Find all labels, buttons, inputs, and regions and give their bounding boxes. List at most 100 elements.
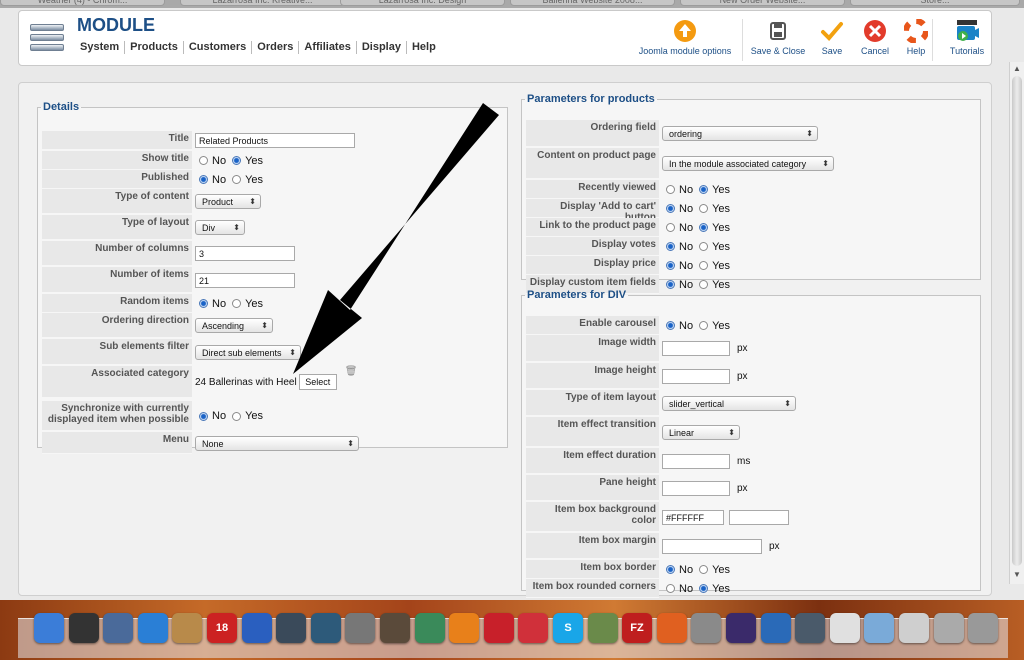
quill-app-icon[interactable] — [415, 613, 445, 643]
box-margin-input[interactable] — [662, 538, 762, 554]
bg-color-input[interactable]: #FFFFFF — [662, 509, 724, 525]
photoshop-icon[interactable] — [726, 613, 756, 643]
safari-icon[interactable] — [138, 613, 168, 643]
display-votes-no-radio[interactable] — [666, 242, 675, 251]
itunes-icon[interactable] — [242, 613, 272, 643]
scroll-up-icon[interactable]: ▲ — [1013, 64, 1021, 73]
num-columns-input[interactable]: 3 — [195, 246, 295, 261]
box-border-no-radio[interactable] — [666, 565, 675, 574]
finder-icon[interactable] — [34, 613, 64, 643]
time-machine-icon[interactable] — [311, 613, 341, 643]
recently-viewed-no-radio[interactable] — [666, 185, 675, 194]
ical-icon[interactable]: 18 — [207, 613, 237, 643]
folder-icon[interactable] — [864, 613, 894, 643]
browser-tab[interactable]: Lazarrosa Inc. Design — [340, 0, 505, 6]
image-width-input[interactable] — [662, 341, 730, 356]
menu-item-display[interactable]: Display — [357, 41, 407, 54]
book-app-icon[interactable] — [588, 613, 618, 643]
menu-item-orders[interactable]: Orders — [252, 41, 300, 54]
menu-item-help[interactable]: Help — [407, 41, 441, 54]
recently-viewed-yes-radio[interactable] — [699, 185, 709, 194]
display-votes-yes-radio[interactable] — [699, 242, 709, 251]
product-link-no-radio[interactable] — [666, 223, 675, 232]
add-to-cart-yes-radio[interactable] — [699, 204, 709, 213]
num-items-input[interactable]: 21 — [195, 272, 295, 288]
toolbar-save-close-button[interactable]: Save & Close — [749, 19, 807, 63]
image-height-input[interactable] — [662, 368, 730, 384]
scrollbar[interactable]: ▲ ▼ — [1009, 62, 1024, 584]
published-no-radio[interactable] — [199, 175, 208, 184]
address-book-icon[interactable] — [172, 613, 202, 643]
scrollbar-thumb[interactable] — [1012, 76, 1022, 566]
select-category-button[interactable]: Select — [298, 374, 337, 390]
display-price-label: Display price — [526, 256, 659, 275]
sub-elements-filter-select[interactable]: Direct sub elements — [195, 344, 301, 360]
preview-icon[interactable] — [761, 613, 791, 643]
carousel-no-radio[interactable] — [666, 321, 675, 330]
type-of-layout-select[interactable]: Div — [195, 220, 245, 235]
add-to-cart-no-radio[interactable] — [666, 204, 675, 213]
skype-icon[interactable]: S — [553, 613, 583, 643]
eagle-app-icon[interactable] — [103, 613, 133, 643]
ordering-field-select[interactable]: ordering — [662, 126, 818, 141]
menu-item-customers[interactable]: Customers — [184, 41, 253, 54]
acrobat-icon-2[interactable] — [518, 613, 548, 643]
browser-tab[interactable]: Lazarrosa Inc. Kreative... — [180, 0, 345, 6]
filezilla-icon[interactable]: FZ — [622, 613, 652, 643]
pdf-file-icon[interactable] — [830, 613, 860, 643]
pane-height-input[interactable] — [662, 480, 730, 496]
show-title-no-radio[interactable] — [199, 156, 208, 165]
random-items-yes-radio[interactable] — [232, 299, 242, 308]
browser-tab[interactable]: Store... — [850, 0, 1020, 6]
item-layout-select[interactable]: slider_vertical — [662, 395, 796, 411]
ordering-direction-select[interactable]: Ascending — [195, 318, 273, 333]
flower-app-icon[interactable] — [449, 613, 479, 643]
bg-color-swatch[interactable] — [729, 509, 789, 525]
documents-app-icon[interactable] — [691, 613, 721, 643]
window-icon[interactable] — [899, 613, 929, 643]
network-icon[interactable] — [795, 613, 825, 643]
browser-tab[interactable]: New Order Website... — [680, 0, 845, 6]
dashboard-icon[interactable] — [69, 613, 99, 643]
show-title-yes-radio[interactable] — [232, 156, 242, 165]
title-input[interactable]: Related Products — [195, 133, 355, 148]
recently-viewed-label: Recently viewed — [526, 180, 659, 199]
camera-app-icon[interactable] — [380, 613, 410, 643]
toolbar-help-button[interactable]: Help — [903, 19, 929, 63]
browser-tab[interactable]: Ballerina Website 2008... — [510, 0, 675, 6]
sync-no-radio[interactable] — [199, 411, 208, 421]
type-of-content-select[interactable]: Product — [195, 194, 261, 209]
transition-select[interactable]: Linear — [662, 424, 740, 440]
duration-input[interactable] — [662, 453, 730, 469]
display-price-yes-radio[interactable] — [699, 261, 709, 270]
box-border-yes-radio[interactable] — [699, 565, 709, 574]
product-link-yes-radio[interactable] — [699, 223, 709, 232]
trash-icon[interactable] — [968, 613, 998, 643]
clear-category-icon[interactable]: 🗑 — [345, 366, 358, 377]
acrobat-icon[interactable] — [484, 613, 514, 643]
menu-item-affiliates[interactable]: Affiliates — [299, 41, 357, 54]
toolbar-save-button[interactable]: Save — [819, 19, 845, 63]
content-page-select[interactable]: In the module associated category — [662, 156, 834, 171]
rounded-corners-yes-radio[interactable] — [699, 584, 709, 593]
toolbar-joomla-module-options-button[interactable]: Joomla module options — [635, 19, 735, 63]
custom-fields-yes-radio[interactable] — [699, 280, 709, 289]
menu-item-system[interactable]: System — [80, 41, 126, 54]
toolbar-tutorials-button[interactable]: Tutorials — [947, 19, 987, 63]
rounded-corners-no-radio[interactable] — [666, 584, 675, 593]
carousel-yes-radio[interactable] — [699, 321, 709, 330]
menu-item-products[interactable]: Products — [125, 41, 184, 54]
scroll-down-icon[interactable]: ▼ — [1013, 570, 1021, 579]
display-price-no-radio[interactable] — [666, 261, 675, 270]
firefox-icon[interactable] — [657, 613, 687, 643]
photo-booth-icon[interactable] — [276, 613, 306, 643]
random-items-no-radio[interactable] — [199, 299, 208, 308]
browser-tab[interactable]: Weather (4) - Chrom... — [0, 0, 165, 6]
toolbar-cancel-button[interactable]: Cancel — [857, 19, 893, 63]
sync-yes-radio[interactable] — [232, 411, 242, 421]
published-yes-radio[interactable] — [232, 175, 242, 184]
system-prefs-icon[interactable] — [345, 613, 375, 643]
menu-select[interactable]: None — [195, 435, 359, 451]
window-icon-2[interactable] — [934, 613, 964, 643]
custom-fields-no-radio[interactable] — [666, 280, 675, 289]
